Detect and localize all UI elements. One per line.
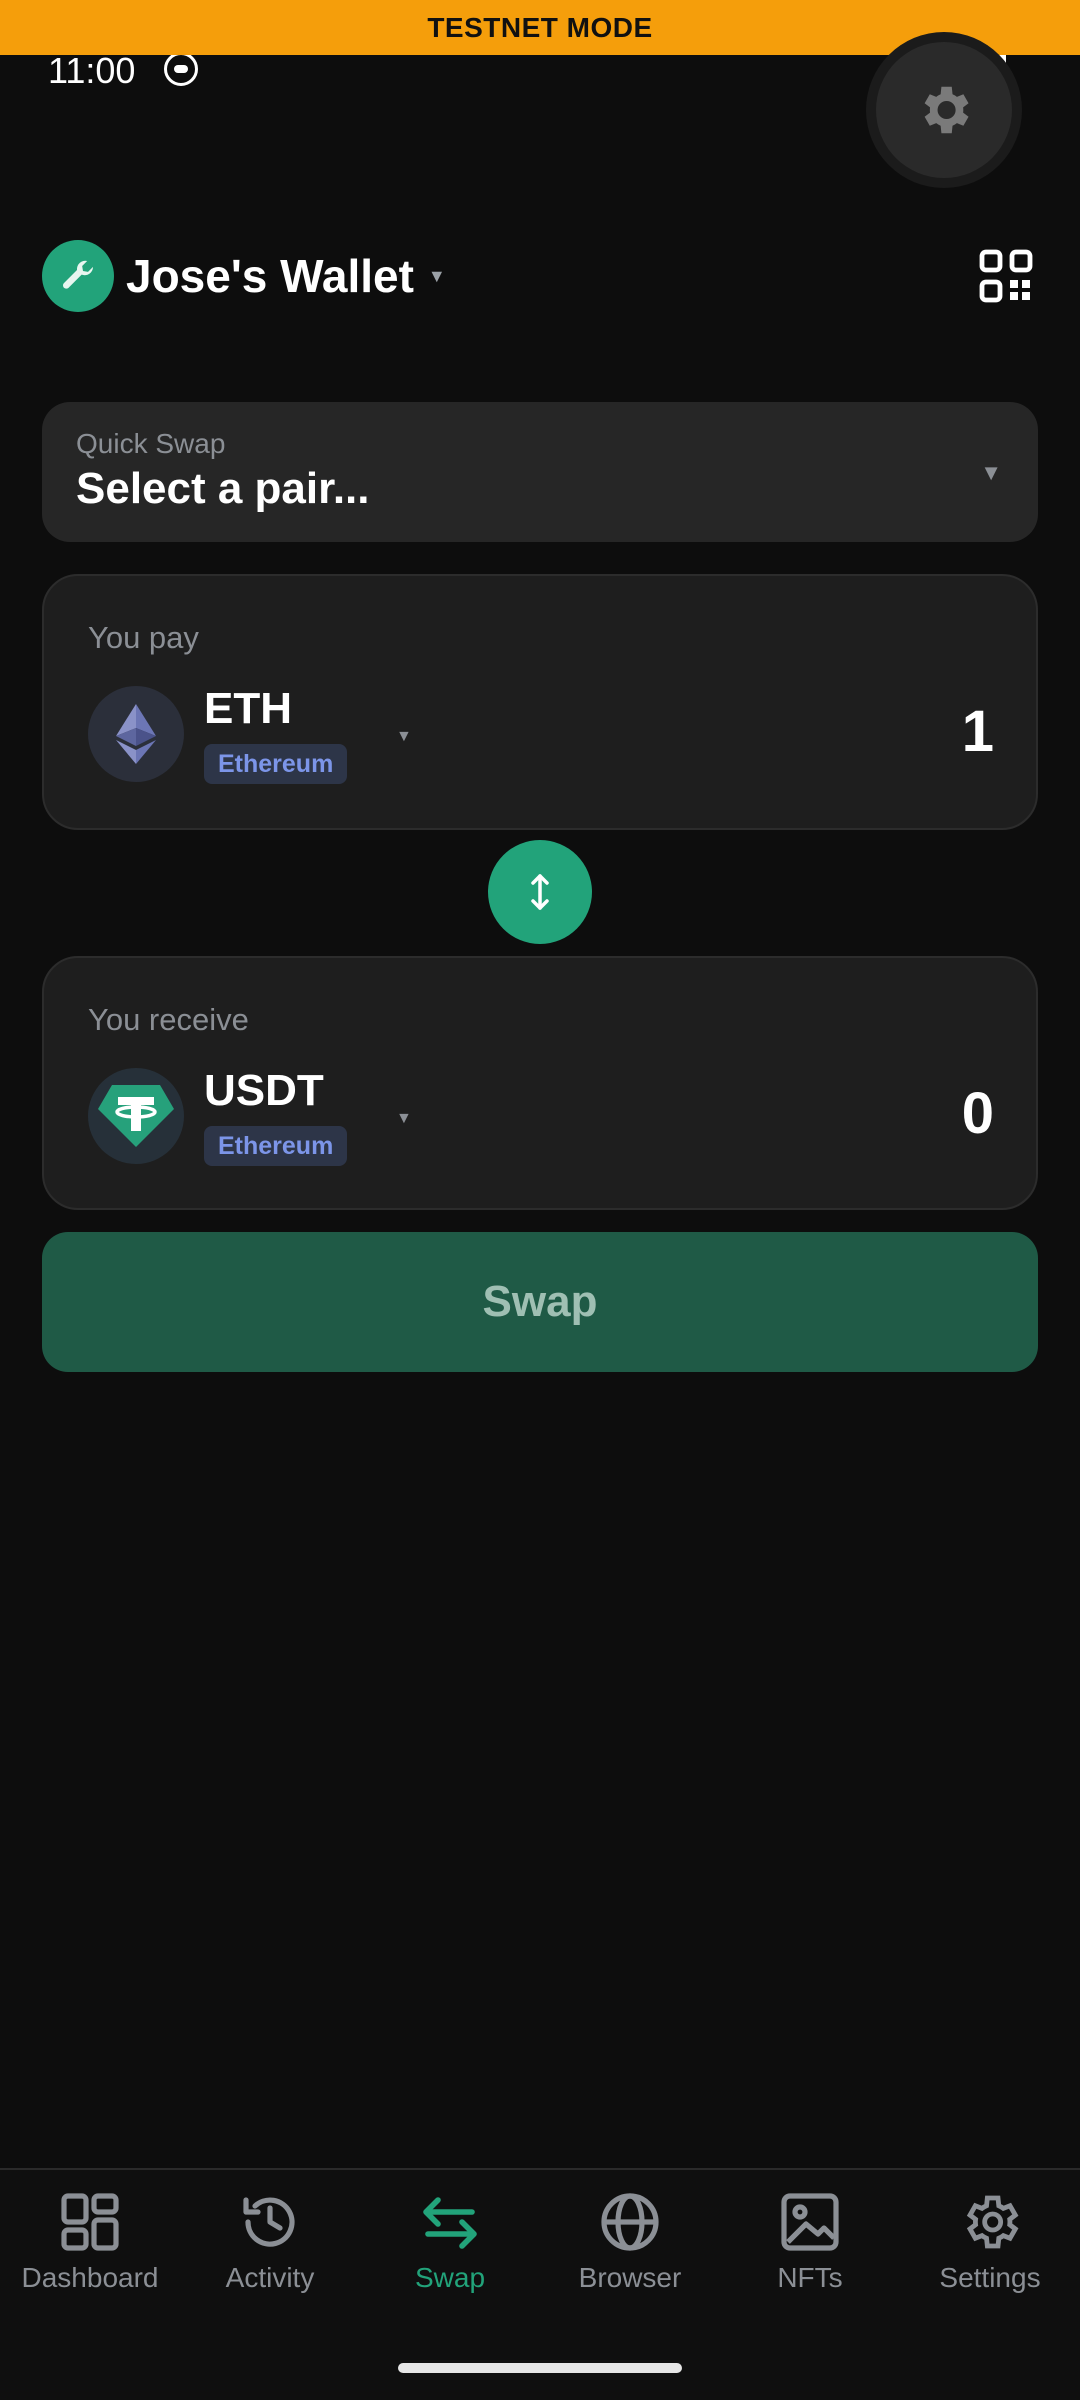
nav-item-activity[interactable]: Activity <box>180 2190 360 2330</box>
pay-token-symbol[interactable]: ETH <box>204 684 292 734</box>
globe-icon <box>601 2193 659 2251</box>
image-icon <box>781 2193 839 2251</box>
quick-swap-value: Select a pair... <box>76 464 370 513</box>
receive-amount-value: 0 <box>961 1081 994 1146</box>
pay-chain-badge: Ethereum <box>204 744 348 784</box>
nav-label-swap: Swap <box>414 2262 486 2293</box>
nav-item-settings[interactable]: Settings <box>900 2190 1080 2330</box>
swap-button[interactable]: Swap <box>42 1232 1038 1372</box>
history-icon <box>243 2197 295 2247</box>
testnet-banner-text: TESTNET MODE <box>427 11 653 43</box>
qr-code-icon <box>979 249 1033 303</box>
gear-icon <box>924 86 969 134</box>
receive-chain-badge: Ethereum <box>204 1126 348 1166</box>
wrench-icon <box>63 260 94 289</box>
caret-down-icon: ▼ <box>427 265 446 286</box>
nav-item-dashboard[interactable]: Dashboard <box>0 2190 180 2330</box>
caret-down-icon: ▼ <box>980 460 1002 485</box>
dashboard-icon <box>61 2193 119 2251</box>
qr-code-button[interactable] <box>978 248 1034 304</box>
pay-amount-input[interactable]: 1 <box>962 698 994 765</box>
receive-token-caret-icon[interactable]: ▼ <box>396 1110 412 1128</box>
nav-item-browser[interactable]: Browser <box>540 2190 720 2330</box>
status-time: 11:00 <box>48 50 136 91</box>
home-indicator[interactable] <box>398 2363 682 2373</box>
notification-cat-icon <box>164 52 198 86</box>
receive-label: You receive <box>88 1002 249 1037</box>
nav-label-dashboard: Dashboard <box>21 2262 159 2293</box>
swap-screen: TESTNET MODE 11:00 Jose's Wallet ▼ Quick… <box>0 0 1080 2400</box>
receive-token-symbol[interactable]: USDT <box>204 1066 324 1116</box>
pay-card: You pay ETH Ethereum ▼ 1 <box>42 574 1038 830</box>
usdt-token-icon[interactable] <box>88 1068 184 1164</box>
pay-label: You pay <box>88 620 199 655</box>
quick-swap-select[interactable]: Quick Swap Select a pair... ▼ <box>42 402 1038 542</box>
gear-icon <box>966 2195 1019 2249</box>
vertical-arrows-icon <box>531 874 549 910</box>
nav-item-swap[interactable]: Swap <box>360 2190 540 2330</box>
floating-settings-button[interactable] <box>876 42 1012 178</box>
nav-label-activity: Activity <box>225 2262 315 2293</box>
nav-item-nfts[interactable]: NFTs <box>720 2190 900 2330</box>
swap-button-label: Swap <box>482 1277 598 1326</box>
ethereum-icon <box>116 704 156 764</box>
swap-arrows-icon <box>423 2197 477 2249</box>
tether-icon <box>98 1085 174 1147</box>
wallet-avatar <box>42 240 114 312</box>
swap-direction-button[interactable] <box>488 840 592 944</box>
quick-swap-label: Quick Swap <box>76 428 226 459</box>
wallet-name: Jose's Wallet <box>126 250 414 302</box>
nav-label-browser: Browser <box>578 2262 682 2293</box>
nav-label-settings: Settings <box>939 2262 1041 2293</box>
nav-label-nfts: NFTs <box>777 2262 843 2293</box>
receive-card: You receive USDT Ethereum ▼ 0 <box>42 956 1038 1210</box>
eth-token-icon[interactable] <box>88 686 184 782</box>
wallet-selector[interactable]: Jose's Wallet ▼ <box>42 240 446 312</box>
pay-token-caret-icon[interactable]: ▼ <box>396 728 412 746</box>
